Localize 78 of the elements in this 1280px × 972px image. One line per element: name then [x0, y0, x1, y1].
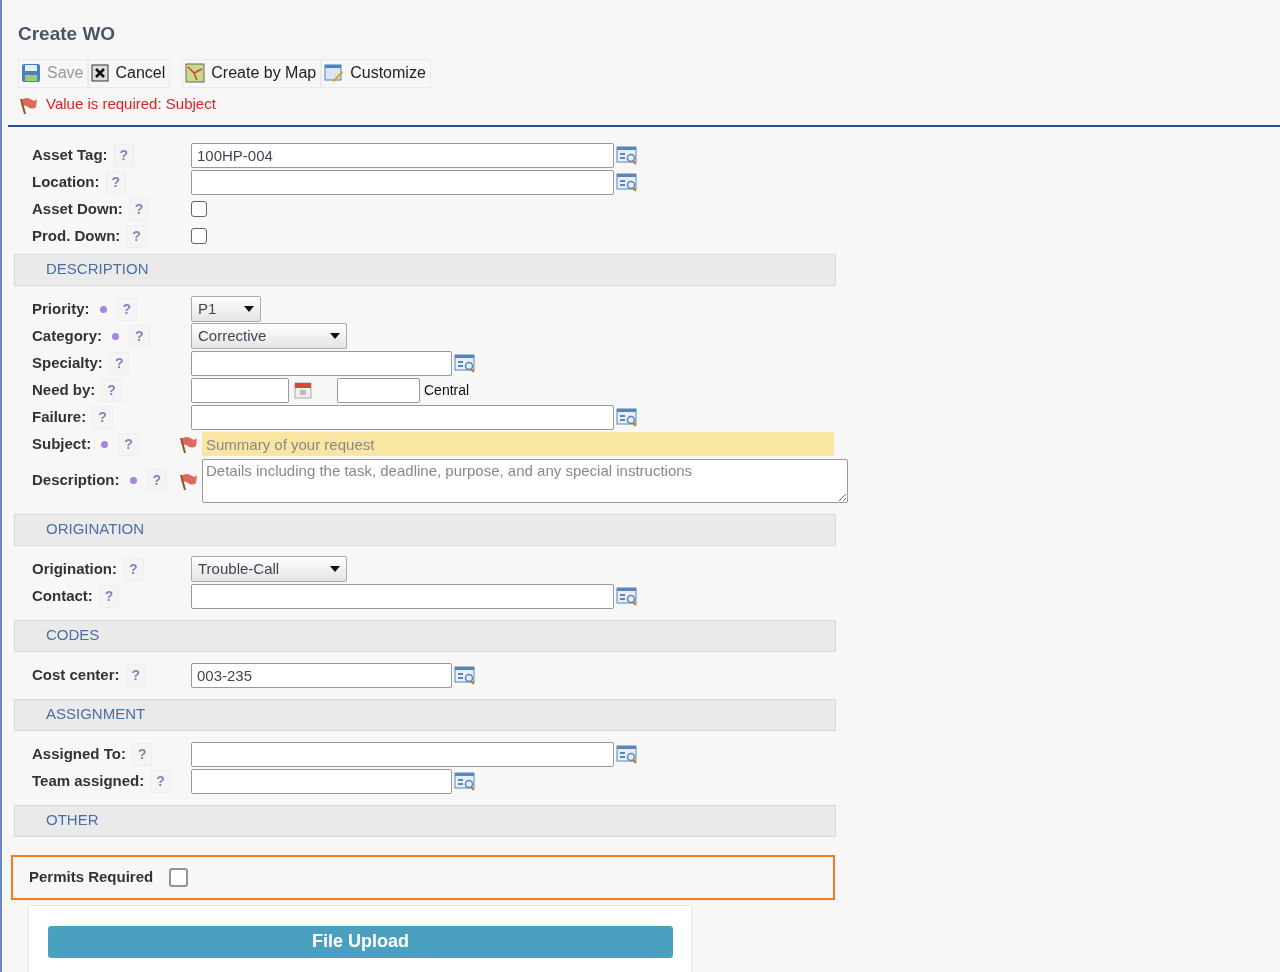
section-header: CODES	[14, 619, 836, 652]
field-label: Location:	[32, 171, 100, 192]
dropdown[interactable]: Trouble-Call	[191, 556, 347, 582]
date-field[interactable]	[191, 377, 289, 403]
field-label: Prod. Down:	[32, 225, 121, 246]
lookup-icon[interactable]	[616, 145, 638, 165]
text-field[interactable]	[191, 583, 614, 609]
field-label: Team assigned:	[32, 770, 145, 791]
text-field[interactable]	[191, 169, 614, 195]
window-pencil-icon	[324, 63, 345, 83]
caret-icon	[330, 566, 340, 572]
subject-field[interactable]: Summary of your request	[202, 432, 834, 456]
field-label: Origination:	[32, 558, 117, 579]
lookup-icon[interactable]	[616, 744, 638, 764]
dropdown[interactable]: Corrective	[191, 323, 347, 349]
error-message: Value is required: Subject	[46, 94, 216, 115]
field-label: Category:	[32, 325, 102, 346]
section-header: DESCRIPTION	[14, 253, 836, 286]
map-icon	[185, 63, 206, 83]
help-button[interactable]: ?	[150, 769, 171, 793]
help-button[interactable]: ?	[146, 469, 168, 492]
help-button[interactable]: ?	[118, 432, 139, 456]
toolbar-button[interactable]: Cancel	[88, 58, 171, 88]
field-label: Priority:	[32, 298, 90, 319]
close-icon	[91, 64, 110, 82]
field-label: Asset Down:	[32, 198, 123, 219]
calendar-icon[interactable]	[293, 380, 313, 400]
field-label: Need by:	[32, 379, 96, 400]
lookup-icon[interactable]	[454, 665, 476, 685]
caret-icon	[330, 333, 340, 339]
field-label: Specialty:	[32, 352, 103, 373]
field-label: Subject:	[32, 433, 92, 454]
section-header: ASSIGNMENT	[14, 698, 836, 731]
help-button[interactable]: ?	[92, 405, 113, 429]
help-button[interactable]: ?	[98, 584, 120, 608]
help-button[interactable]: ?	[123, 557, 144, 581]
help-button[interactable]: ?	[125, 663, 147, 687]
checkbox[interactable]	[169, 867, 189, 887]
field-label: Asset Tag:	[32, 144, 108, 165]
help-button[interactable]: ?	[128, 197, 150, 221]
help-button[interactable]: ?	[131, 742, 153, 766]
help-button[interactable]: ?	[129, 324, 150, 348]
permits-label: Permits Required	[29, 866, 154, 887]
field-label: Assigned To:	[32, 743, 126, 764]
lookup-icon[interactable]	[616, 586, 638, 606]
help-button[interactable]: ?	[113, 143, 135, 167]
help-button[interactable]: ?	[101, 378, 122, 402]
page-title: Create WO	[18, 22, 117, 46]
section-header: OTHER	[14, 804, 836, 837]
text-field[interactable]	[191, 741, 614, 767]
help-button[interactable]: ?	[126, 224, 147, 248]
lookup-icon[interactable]	[616, 407, 638, 427]
help-button[interactable]: ?	[105, 170, 127, 194]
field-label: Failure:	[32, 406, 87, 427]
timezone-label: Central	[424, 380, 470, 400]
lookup-icon[interactable]	[616, 172, 638, 192]
time-field[interactable]	[337, 377, 420, 403]
checkbox[interactable]	[191, 201, 207, 217]
section-header: ORIGINATION	[14, 513, 836, 546]
field-label: Description:	[32, 470, 120, 491]
text-field[interactable]	[191, 350, 452, 376]
lookup-icon[interactable]	[454, 353, 476, 373]
text-field[interactable]: 100HP-004	[191, 142, 614, 168]
dropdown[interactable]: P1	[191, 296, 261, 322]
caret-icon	[244, 306, 254, 312]
text-field[interactable]	[191, 404, 614, 430]
file-upload-button[interactable]: File Upload	[48, 925, 673, 958]
text-field[interactable]: 003-235	[191, 662, 452, 688]
description-field[interactable]: Details including the task, deadline, purpose, and any special instructions	[202, 458, 848, 503]
text-field[interactable]	[191, 768, 452, 794]
help-button[interactable]: ?	[116, 297, 138, 321]
lookup-icon[interactable]	[454, 771, 476, 791]
help-button[interactable]: ?	[108, 351, 130, 375]
checkbox[interactable]	[191, 228, 207, 244]
toolbar-button[interactable]: Customize	[321, 58, 431, 88]
toolbar-button[interactable]: Create by Map	[182, 58, 322, 88]
field-label: Contact:	[32, 585, 93, 606]
field-label: Cost center:	[32, 664, 120, 685]
